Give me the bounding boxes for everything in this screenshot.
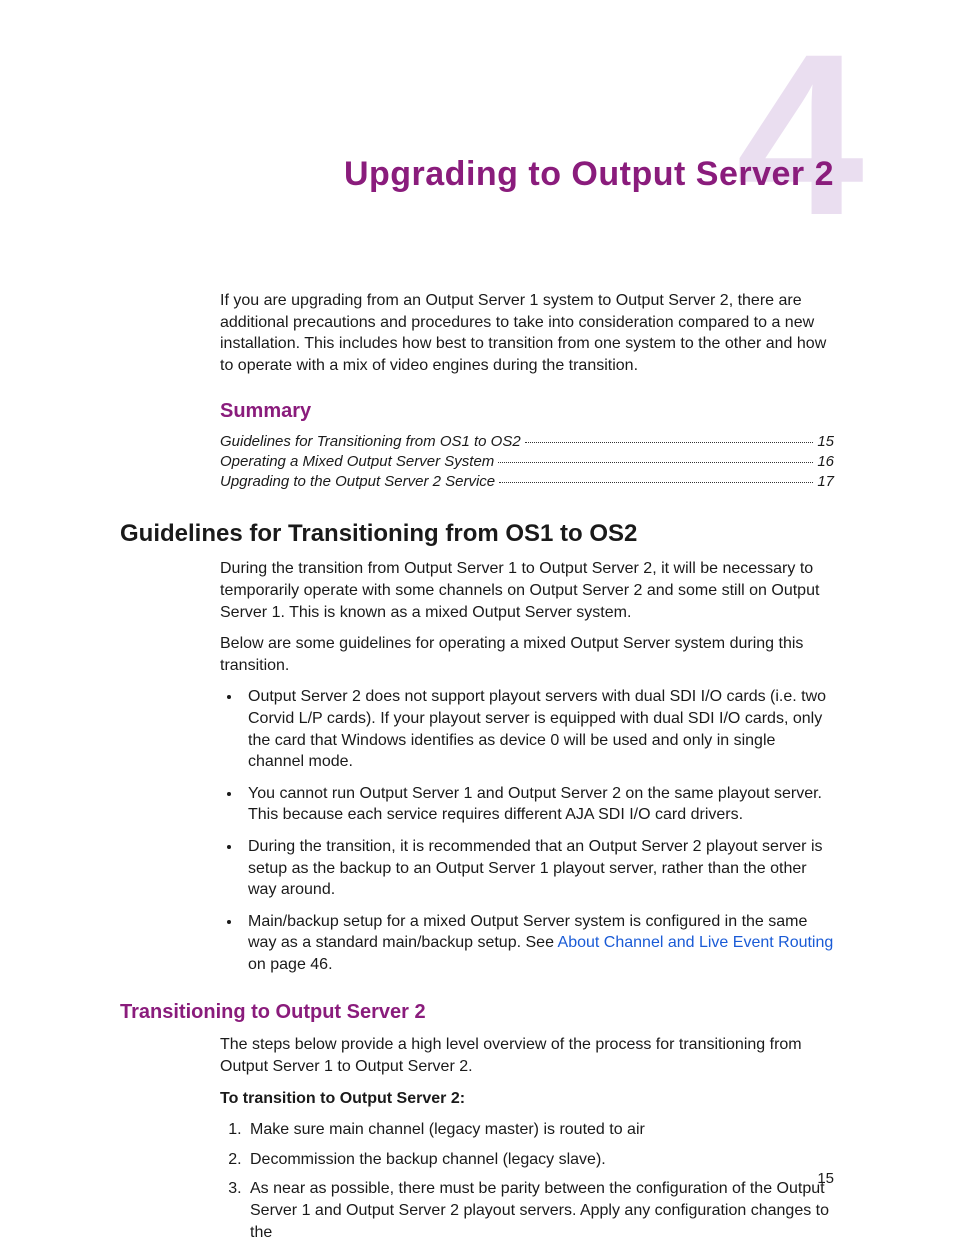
text: on page 46. <box>248 956 333 973</box>
toc-title: Upgrading to the Output Server 2 Service <box>220 473 495 490</box>
toc-row[interactable]: Upgrading to the Output Server 2 Service… <box>220 473 834 490</box>
procedure-title: To transition to Output Server 2: <box>220 1088 834 1110</box>
list-item: Main/backup setup for a mixed Output Ser… <box>242 911 834 976</box>
cross-reference-link[interactable]: About Channel and Live Event Routing <box>558 934 834 951</box>
toc-page: 17 <box>817 473 834 490</box>
chapter-title: Upgrading to Output Server 2 <box>120 155 834 194</box>
toc-page: 15 <box>817 433 834 450</box>
page-number: 15 <box>817 1170 834 1187</box>
step-item: As near as possible, there must be parit… <box>246 1178 834 1243</box>
intro-paragraph: If you are upgrading from an Output Serv… <box>220 290 834 376</box>
step-item: Decommission the backup channel (legacy … <box>246 1149 834 1171</box>
chapter-number-watermark: 4 <box>736 20 854 250</box>
paragraph: During the transition from Output Server… <box>220 558 834 623</box>
summary-heading: Summary <box>220 400 834 423</box>
list-item: You cannot run Output Server 1 and Outpu… <box>242 783 834 826</box>
toc-page: 16 <box>817 453 834 470</box>
step-item: Make sure main channel (legacy master) i… <box>246 1119 834 1141</box>
toc-row[interactable]: Guidelines for Transitioning from OS1 to… <box>220 433 834 450</box>
toc-row[interactable]: Operating a Mixed Output Server System 1… <box>220 453 834 470</box>
list-item: Output Server 2 does not support playout… <box>242 686 834 772</box>
list-item: During the transition, it is recommended… <box>242 836 834 901</box>
subsection-heading-transitioning: Transitioning to Output Server 2 <box>120 1001 834 1024</box>
toc-leader-dots <box>525 442 814 443</box>
section-heading-guidelines: Guidelines for Transitioning from OS1 to… <box>120 520 834 548</box>
paragraph: The steps below provide a high level ove… <box>220 1034 834 1077</box>
toc-title: Operating a Mixed Output Server System <box>220 453 494 470</box>
paragraph: Below are some guidelines for operating … <box>220 633 834 676</box>
toc-leader-dots <box>498 462 813 463</box>
toc-leader-dots <box>499 482 813 483</box>
summary-toc: Guidelines for Transitioning from OS1 to… <box>220 433 834 490</box>
toc-title: Guidelines for Transitioning from OS1 to… <box>220 433 521 450</box>
section1-body: During the transition from Output Server… <box>220 558 834 975</box>
section2-body: The steps below provide a high level ove… <box>220 1034 834 1243</box>
